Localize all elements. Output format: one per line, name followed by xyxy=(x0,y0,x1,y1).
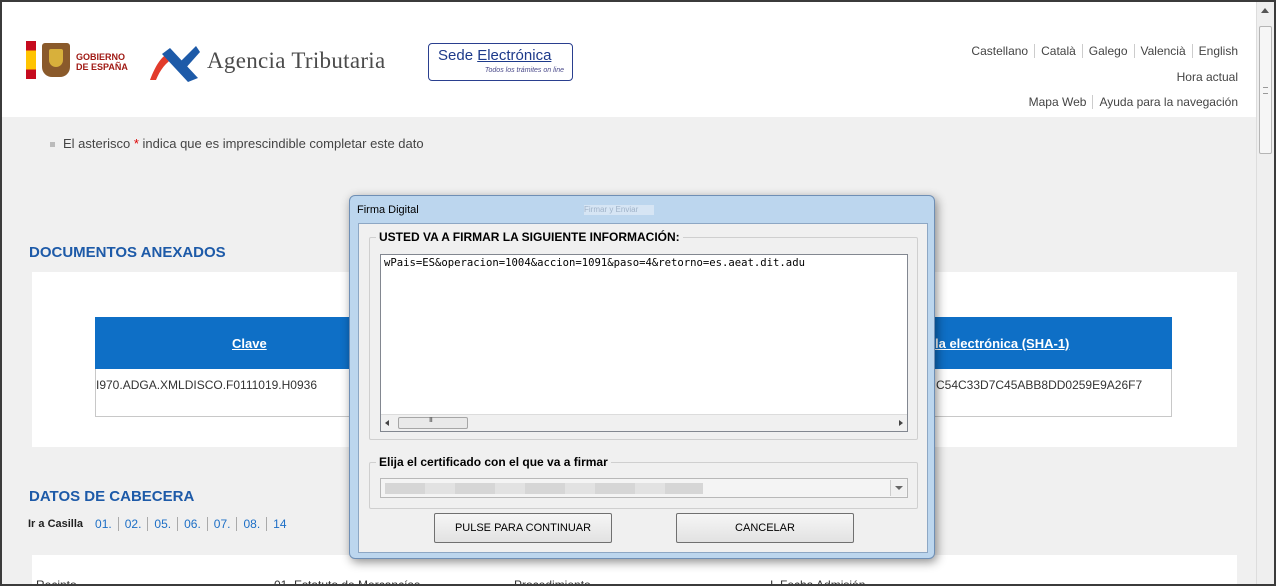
scroll-thumb[interactable] xyxy=(398,417,468,429)
certificate-group: Elija el certificado con el que va a fir… xyxy=(369,455,918,509)
field-estatuto: 01. Estatuto de Mercancías xyxy=(274,578,421,586)
page: GOBIERNO DE ESPAÑA Agencia Tributaria Se… xyxy=(2,2,1256,586)
dropdown-icon[interactable] xyxy=(890,480,906,496)
cell-clave: I970.ADGA.XMLDISCO.F0111019.H0936 xyxy=(96,378,318,392)
continue-button[interactable]: PULSE PARA CONTINUAR xyxy=(434,513,612,543)
vertical-scroll-thumb[interactable] xyxy=(1259,26,1272,154)
field-recinto: Recinto xyxy=(36,578,77,586)
gobierno-line1: GOBIERNO xyxy=(76,52,126,62)
casilla-link-02[interactable]: 02. xyxy=(119,517,149,531)
horizontal-scrollbar[interactable] xyxy=(381,414,907,431)
sede-subtitle: Todos los trámites on line xyxy=(484,67,564,74)
sede-title: Sede Electrónica xyxy=(438,47,552,64)
casilla-link-14[interactable]: 14 xyxy=(267,517,292,531)
browser-frame: GOBIERNO DE ESPAÑA Agencia Tributaria Se… xyxy=(0,0,1276,586)
hora-actual-link[interactable]: Hora actual xyxy=(1177,70,1238,84)
scroll-left-icon[interactable] xyxy=(385,420,389,426)
lang-english[interactable]: English xyxy=(1193,44,1238,58)
scroll-up-icon[interactable] xyxy=(1261,8,1269,13)
bullet-icon xyxy=(50,142,55,148)
site-header: GOBIERNO DE ESPAÑA Agencia Tributaria Se… xyxy=(2,2,1256,117)
coat-of-arms-icon xyxy=(42,43,70,77)
scroll-right-icon[interactable] xyxy=(899,420,903,426)
mapa-web-link[interactable]: Mapa Web xyxy=(1023,95,1094,109)
grip-icon xyxy=(1263,87,1268,94)
info-textarea[interactable]: wPais=ES&operacion=1004&accion=1091&paso… xyxy=(380,254,908,432)
casilla-link-01[interactable]: 01. xyxy=(89,517,119,531)
sede-electronica-logo[interactable]: Sede Electrónica Todos los trámites on l… xyxy=(428,43,573,81)
casilla-link-07[interactable]: 07. xyxy=(208,517,238,531)
cabecera-title: DATOS DE CABECERA xyxy=(29,488,195,505)
lang-catala[interactable]: Català xyxy=(1035,44,1083,58)
certificate-value-redacted xyxy=(385,483,703,494)
casilla-link-05[interactable]: 05. xyxy=(148,517,179,531)
language-selector: Castellano Català Galego Valencià Englis… xyxy=(965,44,1238,58)
col-clave[interactable]: Clave xyxy=(232,336,267,351)
dialog-title-ghost: Firmar y Enviar xyxy=(584,205,654,215)
field-procedimiento: Procedimiento xyxy=(514,578,591,586)
dialog-title: Firma Digital xyxy=(357,204,419,216)
firma-digital-dialog: Firma Digital Firmar y Enviar USTED VA A… xyxy=(349,195,935,559)
dialog-body: USTED VA A FIRMAR LA SIGUIENTE INFORMACI… xyxy=(358,223,928,553)
lang-valencia[interactable]: Valencià xyxy=(1135,44,1193,58)
ir-a-casilla-label: Ir a Casilla xyxy=(28,518,84,530)
cabecera-panel xyxy=(32,555,1237,584)
certificate-select[interactable] xyxy=(380,478,908,498)
info-content: wPais=ES&operacion=1004&accion=1091&paso… xyxy=(384,257,805,269)
cancel-button[interactable]: CANCELAR xyxy=(676,513,854,543)
casilla-link-06[interactable]: 06. xyxy=(178,517,208,531)
flag-icon xyxy=(26,41,36,79)
vertical-scrollbar[interactable] xyxy=(1256,2,1274,584)
gobierno-line2: DE ESPAÑA xyxy=(76,62,128,72)
col-huella[interactable]: la electrónica (SHA-1) xyxy=(935,336,1069,351)
cell-huella: C54C33D7C45ABB8DD0259E9A26F7 xyxy=(936,378,1143,392)
info-legend: USTED VA A FIRMAR LA SIGUIENTE INFORMACI… xyxy=(376,230,683,244)
casilla-link-08[interactable]: 08. xyxy=(237,517,268,531)
gobierno-logo-text: GOBIERNO DE ESPAÑA xyxy=(76,52,128,72)
certificate-legend: Elija el certificado con el que va a fir… xyxy=(376,455,611,469)
field-fecha-admision: I. Fecha Admisión xyxy=(770,578,866,586)
info-group: USTED VA A FIRMAR LA SIGUIENTE INFORMACI… xyxy=(369,230,918,440)
ayuda-navegacion-link[interactable]: Ayuda para la navegación xyxy=(1093,95,1238,109)
lang-castellano[interactable]: Castellano xyxy=(965,44,1036,58)
agencia-logo-icon[interactable] xyxy=(148,42,200,84)
agencia-name[interactable]: Agencia Tributaria xyxy=(207,48,386,74)
required-note: El asterisco * indica que es imprescindi… xyxy=(50,136,424,151)
lang-galego[interactable]: Galego xyxy=(1083,44,1135,58)
header-links: Mapa Web Ayuda para la navegación xyxy=(1023,95,1238,109)
documentos-title: DOCUMENTOS ANEXADOS xyxy=(29,244,226,261)
ir-a-casilla-nav: Ir a Casilla 01. 02. 05. 06. 07. 08. 14 xyxy=(28,517,293,531)
